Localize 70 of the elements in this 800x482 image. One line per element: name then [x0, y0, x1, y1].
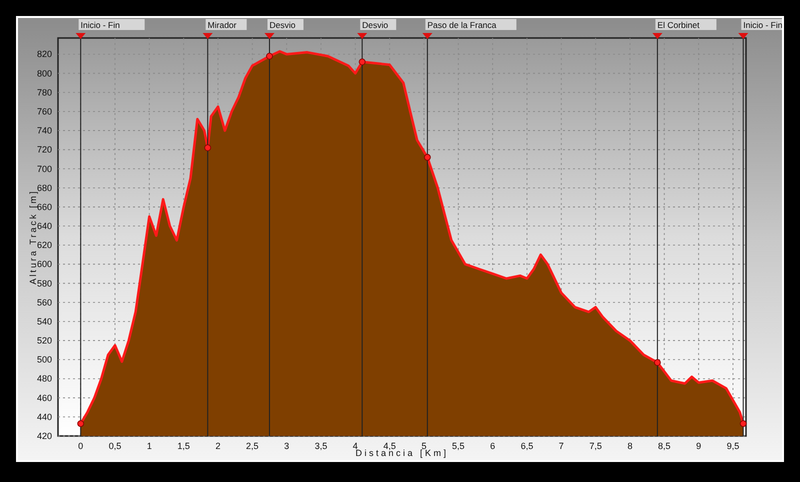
waypoint-dot	[424, 154, 431, 161]
x-tick-label: 3,5	[314, 441, 328, 451]
x-tick-label: 9,5	[726, 441, 740, 451]
triangle-marker-icon	[422, 33, 432, 39]
y-tick-label: 620	[36, 240, 52, 250]
x-tick-label: 8	[627, 441, 632, 451]
triangle-marker-icon	[357, 33, 368, 39]
x-tick-label: 1	[146, 441, 152, 451]
y-tick-label: 440	[36, 412, 52, 422]
waypoint-label: Desvio	[267, 19, 304, 30]
waypoint-dot	[204, 144, 212, 152]
y-tick-label: 600	[36, 259, 52, 270]
waypoint-dot	[266, 52, 273, 60]
y-tick-label: 700	[36, 164, 52, 174]
x-tick-label: 0,5	[108, 441, 122, 451]
x-tick-label: 1,5	[177, 441, 190, 451]
waypoint-dot	[358, 58, 366, 66]
y-tick-label: 460	[36, 392, 52, 403]
x-tick-label: 2	[215, 441, 220, 451]
x-tick-label: 7	[558, 441, 564, 451]
y-tick-label: 420	[36, 431, 52, 441]
waypoint-dot	[654, 359, 661, 366]
ref-line-label: Paso de la Franca	[427, 20, 497, 30]
y-tick-label: 780	[36, 87, 52, 98]
ref-line-label: El Corbinet	[657, 20, 700, 30]
ref-line-label: Desvio	[269, 20, 296, 30]
y-tick-label: 740	[36, 126, 52, 136]
triangle-marker-icon	[76, 33, 86, 39]
y-tick-label: 760	[36, 106, 52, 116]
waypoint-label: Mirador	[206, 19, 247, 30]
x-tick-label: 3	[284, 441, 290, 451]
triangle-marker-icon	[738, 33, 748, 39]
waypoint-label: Desvio	[360, 19, 396, 30]
waypoint-label: Inicio - Fin	[78, 19, 145, 30]
x-tick-label: 5	[421, 441, 426, 451]
y-tick-label: 720	[36, 144, 52, 155]
x-tick-label: 4	[352, 441, 358, 451]
ref-line-label: Inicio - Fin	[80, 20, 120, 30]
ref-line-label: Mirador	[208, 20, 237, 30]
y-tick-label: 640	[36, 221, 52, 232]
y-tick-label: 660	[36, 202, 52, 212]
y-tick-label: 560	[36, 297, 52, 308]
y-tick-label: 680	[36, 182, 52, 193]
x-tick-label: 8,5	[658, 441, 671, 451]
y-tick-label: 540	[36, 316, 52, 326]
waypoint-dot	[77, 420, 84, 427]
triangle-marker-icon	[202, 33, 213, 39]
waypoint-label: Paso de la Franca	[425, 19, 516, 30]
triangle-marker-icon	[264, 33, 274, 39]
y-tick-label: 800	[36, 68, 52, 78]
y-tick-label: 580	[36, 278, 52, 288]
triangle-marker-icon	[652, 33, 662, 39]
y-tick-label: 480	[36, 374, 52, 384]
x-tick-label: 0	[78, 441, 84, 451]
y-tick-label: 500	[36, 354, 52, 365]
x-axis-title: Distancia [Km]	[355, 448, 449, 458]
y-tick-label: 520	[36, 336, 52, 346]
waypoint-label: El Corbinet	[655, 19, 716, 30]
x-tick-label: 2,5	[246, 441, 259, 451]
x-tick-label: 9	[696, 441, 702, 451]
y-tick-label: 820	[36, 49, 52, 60]
y-axis-title: Altura Track [m]	[28, 190, 38, 284]
x-tick-label: 7,5	[589, 441, 602, 451]
x-tick-label: 4,5	[383, 441, 396, 451]
x-tick-label: 6	[490, 441, 496, 451]
waypoint-label: Inicio - Fin	[741, 19, 782, 30]
waypoint-dot	[740, 420, 747, 427]
x-tick-label: 5,5	[452, 441, 465, 451]
ref-line-label: Desvio	[362, 20, 388, 30]
x-tick-label: 6,5	[520, 441, 534, 451]
